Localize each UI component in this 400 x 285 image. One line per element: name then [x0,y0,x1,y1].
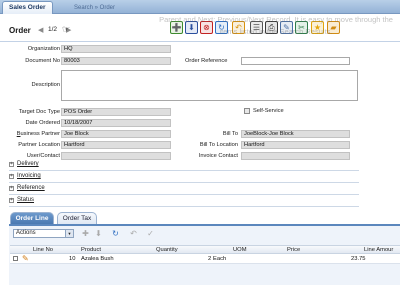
report-icon[interactable]: ☰ [250,21,263,34]
column-header-line-amount[interactable]: Line Amour [364,247,393,253]
section-status[interactable]: + Status [9,196,359,207]
column-header-line-no[interactable]: Line No [33,247,53,253]
column-header-product[interactable]: Product [81,247,101,253]
section-invoicing[interactable]: + Invoicing [9,172,359,183]
undo-icon[interactable]: ↶ [232,21,245,34]
expand-plus-icon[interactable]: + [9,186,14,191]
section-delivery[interactable]: + Delivery [9,160,359,171]
grid-header: Line No Product Quantity UOM Price Line … [10,245,400,254]
tab-sales-order[interactable]: Sales Order [2,1,53,14]
row-select-checkbox[interactable] [13,256,18,261]
edit-icon[interactable]: ✎ [280,21,293,34]
save-icon[interactable]: ⬇ [185,21,198,34]
column-header-price[interactable]: Price [287,247,300,253]
chevron-down-icon[interactable]: ▼ [65,230,73,237]
table-row[interactable]: ✎ 10 Azalea Bush 2 Each 23.75 [10,254,400,264]
bill-to-field[interactable]: JoeBlock-Joe Block [241,130,350,138]
tab-order-tax[interactable]: Order Tax [57,212,97,224]
user-contact-field[interactable] [61,152,171,160]
grid-save-icon[interactable]: ⬇ [93,229,104,239]
organization-label: Organization [27,46,60,52]
cell-quantity: 2 [208,256,212,262]
document-no-label: Document No [25,58,60,64]
bill-to-location-label: Bill To Location [199,142,238,148]
attach-icon[interactable]: ✂ [295,21,308,34]
pencil-icon[interactable]: ✎ [22,254,29,263]
bill-to-location-field[interactable]: Hartford [241,141,350,149]
partner-location-label: Partner Location [18,142,60,148]
target-doc-type-label: Target Doc Type [18,109,60,115]
invoice-contact-field[interactable] [241,152,350,160]
column-header-quantity[interactable]: Quantity [156,247,178,253]
business-partner-label: Business Partner [4,130,60,138]
folder-icon[interactable]: ▰ [327,21,340,34]
breadcrumb[interactable]: Search » Order [74,3,115,13]
hand-cursor-icon: ☞ [62,24,71,34]
section-reference[interactable]: + Reference [9,184,359,195]
invoice-contact-label: Invoice Contact [198,153,238,159]
expand-plus-icon[interactable]: + [9,198,14,203]
column-header-uom[interactable]: UOM [233,247,247,253]
section-status-label[interactable]: Status [17,197,34,203]
refresh-icon[interactable]: ↻ [215,21,228,34]
tab-order-line[interactable]: Order Line [10,212,54,224]
cell-line-no: 10 [69,256,76,262]
order-reference-field[interactable] [241,57,350,65]
grid-new-icon[interactable]: ✚ [80,229,91,239]
new-record-icon[interactable]: ➕ [170,21,183,34]
section-invoicing-label[interactable]: Invoicing [17,173,41,179]
description-field[interactable] [61,70,358,101]
actions-select[interactable]: Actions ▼ [13,229,74,238]
print-icon[interactable]: ⎙ [265,21,278,34]
page-title: Order [9,26,31,35]
cell-uom: Each [213,256,227,262]
chevron-left-icon[interactable]: ◀ [38,26,43,34]
expand-plus-icon[interactable]: + [9,162,14,167]
date-ordered-label: Date Ordered [25,120,60,126]
section-reference-label[interactable]: Reference [17,185,45,191]
business-partner-field[interactable]: Joe Block [61,130,171,138]
grid-undo-icon[interactable]: ↶ [128,229,139,239]
help-icon[interactable]: ★ [311,21,324,34]
self-service-label: Self-Service [253,108,284,114]
business-partner-label-text: usiness Partner [20,131,60,137]
record-page-indicator: 1/2 [48,26,58,33]
top-tab-bar: Sales Order Search » Order [0,0,400,14]
cell-price: 23.75 [351,256,366,262]
expand-plus-icon[interactable]: + [9,174,14,179]
date-ordered-field[interactable]: 10/18/2007 [61,119,171,127]
target-doc-type-field[interactable]: POS Order [61,108,171,116]
document-no-field[interactable]: 80003 [61,57,171,65]
partner-location-field[interactable]: Hartford [61,141,171,149]
organization-field[interactable]: HQ [61,45,171,53]
actions-select-value: Actions [16,230,36,236]
description-label: Description [31,82,60,88]
order-reference-label: Order Reference [185,58,228,64]
grid-export-icon[interactable]: ✓ [145,229,156,239]
cell-product: Azalea Bush [81,256,114,262]
bill-to-label: Bill To [222,131,238,137]
delete-icon[interactable]: ⊗ [200,21,213,34]
self-service-checkbox[interactable] [244,108,250,114]
grid-refresh-icon[interactable]: ↻ [110,229,121,239]
user-contact-label: User/Contact [26,153,60,159]
section-delivery-label[interactable]: Delivery [17,161,39,167]
